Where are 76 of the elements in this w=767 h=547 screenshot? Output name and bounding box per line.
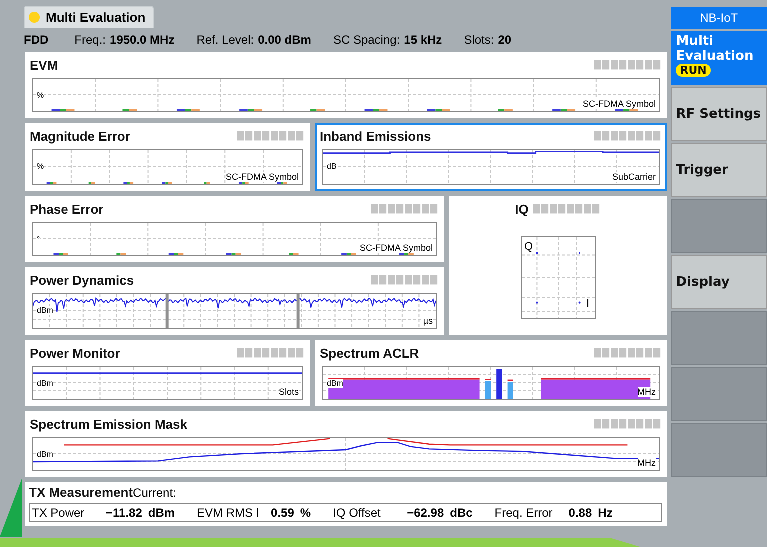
panel-title: Spectrum Emission Mask [30, 416, 188, 432]
result-label: EVM RMS l [197, 506, 260, 520]
measurement-panel[interactable]: IQ Q I [449, 196, 667, 335]
axis-unit: dBm [37, 306, 54, 315]
axis-unit: % [37, 162, 44, 171]
segment-indicator-icon [594, 131, 662, 141]
measurement-tab[interactable]: Multi Evaluation [24, 6, 154, 28]
info-label: Slots: [464, 33, 494, 47]
status-led-icon [29, 12, 40, 23]
segment-indicator-icon [237, 131, 305, 141]
axis-unit: dBm [37, 379, 54, 388]
info-label: Ref. Level: [196, 33, 254, 47]
measurement-panel[interactable]: Magnitude Error % SC-FDMA Symbol [25, 123, 310, 191]
duplex-mode: FDD [24, 33, 49, 47]
axis-unit: Q [524, 241, 534, 253]
result-label: TX Power [32, 506, 86, 520]
segment-indicator-icon [371, 204, 439, 214]
axis-unit: dBm [327, 379, 344, 388]
softkey[interactable]: Multi Evaluation RUN [671, 31, 767, 85]
info-value: 15 kHz [404, 33, 442, 47]
measurement-panel[interactable]: Inband Emissions dB SubCarrier [315, 123, 667, 191]
axis-label: MHz [638, 458, 656, 468]
axis-label: SC-FDMA Symbol [582, 99, 656, 109]
segment-indicator-icon [594, 60, 662, 70]
axis-label: µs [423, 316, 433, 326]
measurement-panel[interactable]: Phase Error ° SC-FDMA Symbol [25, 196, 444, 262]
result-unit: Hz [598, 506, 613, 520]
panel-title: Spectrum ACLR [320, 346, 420, 360]
measurement-panel[interactable]: Power Monitor dBm Slots [25, 340, 310, 406]
segment-indicator-icon [532, 204, 601, 214]
panel-title: Inband Emissions [320, 128, 432, 144]
axis-label: Slots [278, 387, 299, 397]
panel-title: EVM [30, 58, 58, 72]
measurement-panel[interactable]: Spectrum ACLR dBm MHz [315, 340, 667, 406]
info-value: 0.00 dBm [258, 33, 312, 47]
softkey[interactable]: Trigger [671, 143, 767, 197]
info-label: Freq.: [74, 33, 106, 47]
result-value: −11.82 [106, 506, 142, 520]
panel-title: Phase Error [30, 202, 104, 216]
softkey[interactable]: RF Settings [671, 87, 767, 141]
result-value: 0.88 [568, 506, 592, 520]
panel-title: Power Monitor [30, 346, 120, 360]
result-unit: dBc [450, 506, 473, 520]
segment-indicator-icon [237, 348, 305, 358]
axis-unit: dB [327, 162, 337, 171]
measurement-panel[interactable]: Spectrum Emission Mask dBm MHz [25, 411, 667, 477]
result-value: 0.59 [271, 506, 294, 520]
info-value: 20 [498, 33, 512, 47]
panel-title: Power Dynamics [30, 272, 134, 288]
panel-title: Magnitude Error [30, 128, 130, 144]
segment-indicator-icon [371, 275, 439, 285]
result-unit: % [300, 506, 312, 520]
axis-label: SC-FDMA Symbol [226, 172, 299, 182]
axis-label: SubCarrier [612, 172, 656, 182]
softkey[interactable]: Display [671, 255, 767, 309]
axis-label: MHz [638, 387, 656, 397]
panel-title: IQ [515, 202, 529, 216]
info-value: 1950.0 MHz [110, 33, 175, 47]
info-label: SC Spacing: [333, 33, 400, 47]
axis-label: SC-FDMA Symbol [360, 243, 433, 253]
measurement-panel[interactable]: Power Dynamics dBm µs [25, 267, 444, 335]
run-badge: RUN [676, 64, 711, 77]
standard-title: NB-IoT [671, 7, 767, 29]
axis-unit: dBm [37, 450, 54, 459]
result-unit: dBm [148, 506, 176, 520]
result-label: Freq. Error [494, 506, 554, 520]
corner-triangle [0, 479, 22, 537]
result-value: −62.98 [407, 506, 444, 520]
axis-label: I [586, 298, 590, 310]
result-mode: Current: [133, 486, 176, 500]
result-label: IQ Offset [333, 506, 382, 520]
panel-title: TX Measurement [29, 485, 134, 500]
axis-unit: % [37, 91, 44, 100]
measurement-panel[interactable]: EVM % SC-FDMA Symbol [25, 52, 667, 118]
segment-indicator-icon [594, 419, 662, 429]
segment-indicator-icon [594, 348, 662, 358]
